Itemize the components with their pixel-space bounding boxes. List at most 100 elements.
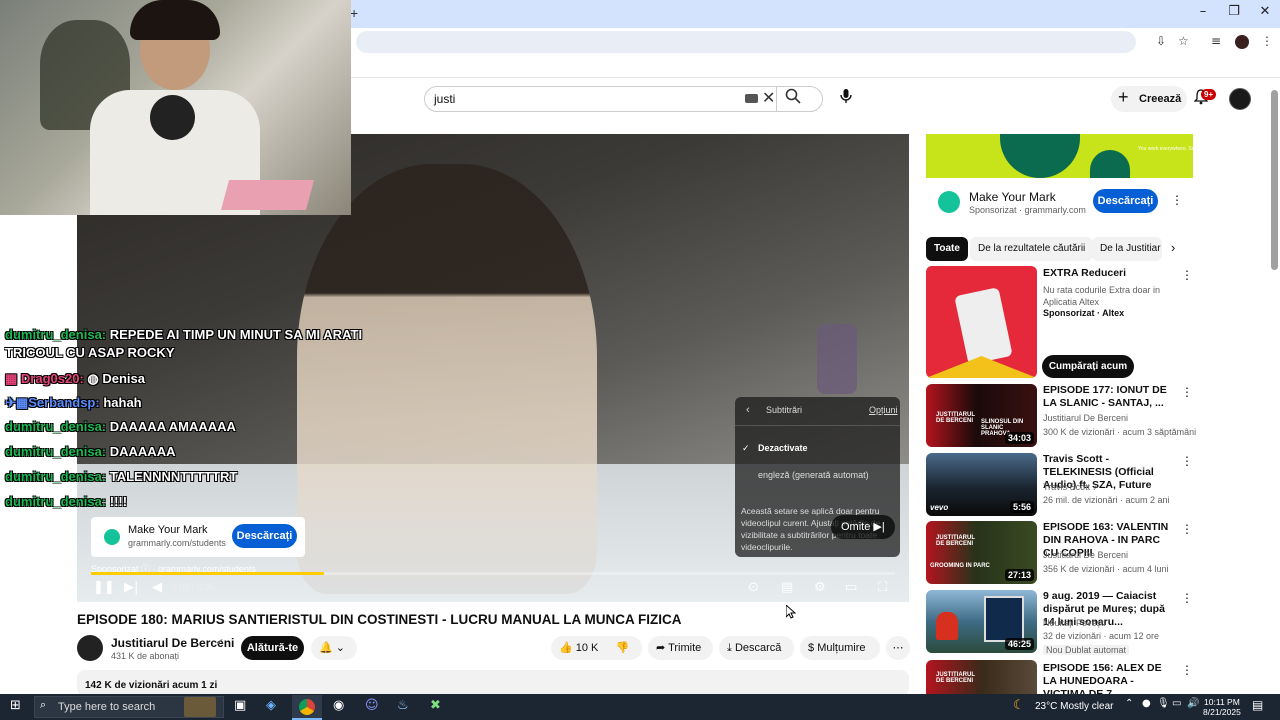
weather-icon: ☾ — [1013, 698, 1025, 713]
video-thumbnail[interactable]: JUSTIȚIARUL DE BERCENI GROOMING IN PARC … — [926, 521, 1037, 584]
obs-icon[interactable]: ◉ — [333, 698, 344, 713]
weather-text[interactable]: 23°C Mostly clear — [1035, 701, 1113, 712]
video-frame-person — [297, 164, 597, 594]
maximize-icon[interactable]: ❐ — [1219, 4, 1249, 24]
share-button[interactable]: ➦ Trimite — [648, 636, 713, 660]
search-icon[interactable] — [785, 88, 801, 107]
pause-icon[interactable]: ❚❚ — [93, 580, 115, 595]
chat-text: TALENNNNTTTTTRT — [109, 469, 238, 484]
more-vert-icon[interactable]: ⋮ — [1181, 663, 1193, 677]
media-control-icon[interactable]: ≡ — [1211, 34, 1221, 48]
thanks-button[interactable]: $ Mulțumire — [800, 636, 880, 660]
browser-menu-icon[interactable]: ⋮ — [1261, 34, 1273, 48]
chat-user: dumitru_denisa: — [5, 444, 107, 459]
autoplay-toggle-icon[interactable]: ⊙ — [748, 580, 759, 595]
xbox-icon[interactable]: ✖ — [430, 698, 441, 713]
search-divider — [776, 86, 777, 112]
minimize-icon[interactable]: – — [1188, 4, 1218, 24]
video-channel[interactable]: Travis Scott ♪ — [1043, 482, 1097, 492]
video-thumbnail[interactable]: JUSTIȚIARUL DE BERCENI SLINOSUL DIN SLAN… — [926, 384, 1037, 447]
sidebar-ad-title[interactable]: Make Your Mark — [969, 190, 1056, 204]
chip-from-channel[interactable]: De la Justitiar — [1092, 237, 1162, 261]
volume-tray-icon[interactable]: 🔊 — [1187, 698, 1199, 709]
sidebar-ad-download-button[interactable]: Descărcați — [1093, 189, 1158, 213]
chat-message: dumitru_denisa: TALENNNNTTTTTRT — [5, 468, 237, 486]
subtitles-menu-header: Subtitrări — [766, 405, 803, 415]
task-view-icon[interactable]: ▣ — [234, 698, 246, 713]
clear-search-icon[interactable]: ✕ — [762, 88, 775, 108]
chip-from-search[interactable]: De la rezultatele căutării — [970, 237, 1094, 261]
close-window-icon[interactable]: ✕ — [1250, 4, 1280, 24]
dislike-icon[interactable]: 👎 — [615, 642, 629, 654]
promo-graphic — [926, 356, 1037, 378]
keyboard-icon[interactable] — [745, 94, 758, 103]
profile-icon[interactable] — [1235, 35, 1249, 49]
notifications-center-icon[interactable]: ▤ — [1252, 698, 1263, 712]
more-vert-icon[interactable]: ⋮ — [1181, 454, 1193, 468]
more-vert-icon[interactable]: ⋮ — [1181, 268, 1193, 282]
video-channel[interactable]: Justitiarul De Berceni — [1043, 413, 1128, 423]
steam-icon[interactable]: ♨ — [397, 698, 409, 713]
next-icon[interactable]: ▶| — [124, 580, 138, 595]
microphone-icon[interactable] — [840, 88, 852, 108]
more-actions-icon[interactable]: ⋯ — [886, 636, 910, 660]
settings-gear-icon[interactable]: ⚙ — [814, 580, 826, 595]
page-scrollbar[interactable] — [1271, 90, 1278, 270]
menu-divider — [735, 425, 900, 426]
player-ad-download-button[interactable]: Descărcați — [232, 524, 297, 548]
like-icon[interactable]: 👍 — [559, 642, 573, 654]
video-title[interactable]: EPISODE 177: IONUT DE LA SLANIC - SANTAJ… — [1043, 384, 1171, 410]
subtitles-icon[interactable]: ▤ — [781, 580, 793, 595]
tray-mic-icon[interactable]: 🎙 — [1157, 698, 1170, 709]
video-thumbnail[interactable]: JUSTIȚIARUL DE BERCENI — [926, 660, 1037, 694]
subtitles-options-link[interactable]: Opțiuni — [869, 405, 898, 415]
promo-title[interactable]: EXTRA Reduceri — [1043, 267, 1171, 280]
bookmark-star-icon[interactable]: ☆ — [1178, 34, 1189, 48]
tray-app-icon[interactable]: ● — [1142, 698, 1151, 709]
skip-ad-button[interactable]: Omite ▶| — [831, 515, 895, 539]
thumb-caption: JUSTIȚIARUL DE BERCENI — [936, 412, 975, 424]
install-app-icon[interactable]: ⇩ — [1156, 34, 1166, 48]
chat-message: dumitru_denisa: DAAAAAA — [5, 443, 175, 461]
thumb-caption: GROOMING IN PARC — [930, 563, 990, 569]
time-display: 0:05 / 0:35 — [172, 582, 215, 592]
search-input[interactable]: justi — [434, 92, 455, 106]
tray-chevron-icon[interactable]: ⌃ — [1125, 698, 1133, 709]
channel-avatar[interactable] — [77, 635, 103, 661]
promo-shop-button[interactable]: Cumpărați acum — [1042, 355, 1134, 378]
video-thumbnail[interactable]: 46:25 — [926, 590, 1037, 653]
more-vert-icon[interactable]: ⋮ — [1181, 385, 1193, 399]
chevron-down-icon: ⌄ — [335, 642, 345, 654]
promo-desc: Nu rata codurile Extra doar in Aplicatia… — [1043, 285, 1161, 307]
more-vert-icon[interactable]: ⋮ — [1181, 522, 1193, 536]
download-button[interactable]: ⤓ Descarcă — [719, 636, 794, 660]
new-tab-icon[interactable]: + — [350, 5, 358, 21]
theater-mode-icon[interactable]: ▭ — [845, 580, 857, 595]
subtitles-off-option[interactable]: Dezactivate — [758, 443, 808, 453]
chevron-right-icon[interactable]: › — [1171, 240, 1175, 255]
discord-icon[interactable]: ☺ — [365, 698, 379, 713]
like-count[interactable]: 10 K — [576, 642, 599, 654]
video-channel[interactable]: Justitiarul De Berceni — [1043, 550, 1128, 560]
video-thumbnail[interactable]: vevo 5:56 — [926, 453, 1037, 516]
subscribe-bell-button[interactable]: 🔔 ⌄ — [311, 636, 357, 660]
chat-text: !!!! — [109, 494, 128, 509]
subtitles-english-option[interactable]: engleză (generată automat) — [758, 470, 869, 480]
copilot-icon[interactable]: ◈ — [266, 698, 276, 713]
bell-icon: 🔔 — [319, 642, 333, 654]
network-icon[interactable]: ▭ — [1172, 698, 1181, 709]
volume-icon[interactable]: ◀ — [152, 580, 162, 595]
more-vert-icon[interactable]: ⋮ — [1181, 591, 1193, 605]
subscriber-count: 431 K de abonați — [111, 651, 180, 661]
fullscreen-icon[interactable]: ⛶ — [878, 580, 887, 595]
windows-start-icon[interactable]: ⊞ — [10, 698, 21, 713]
taskbar-clock[interactable]: 10:11 PM 8/21/2025 — [1203, 697, 1241, 717]
account-avatar[interactable] — [1229, 88, 1251, 110]
promo-thumbnail[interactable] — [926, 266, 1037, 378]
omnibox[interactable] — [356, 31, 1136, 53]
more-vert-icon[interactable]: ⋮ — [1171, 193, 1183, 207]
back-chevron-icon[interactable]: ‹ — [746, 404, 750, 416]
chip-all[interactable]: Toate — [926, 237, 968, 261]
video-channel[interactable]: Neuitați Povești — [1043, 618, 1106, 628]
join-button[interactable]: Alătură-te — [241, 636, 304, 660]
